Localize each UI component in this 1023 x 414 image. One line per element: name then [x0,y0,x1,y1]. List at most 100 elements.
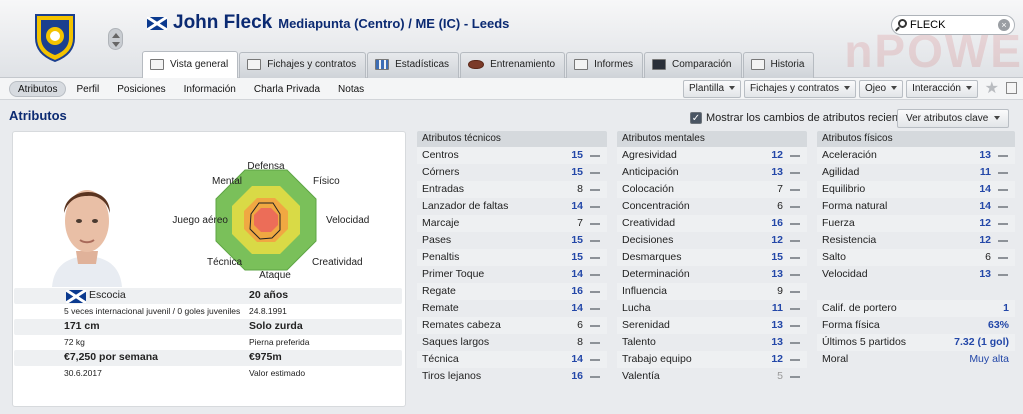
attribute-row[interactable]: Marcaje 7 [417,215,607,232]
attribute-row[interactable]: Talento 13 [617,334,807,351]
trend-flat-icon [998,189,1008,191]
trend-flat-icon [790,342,800,344]
tab-comparison[interactable]: Comparación [644,52,742,78]
attribute-row[interactable]: Decisiones 12 [617,232,807,249]
attribute-row[interactable]: Agilidad 11 [817,164,1015,181]
tab-label: Entrenamiento [490,59,556,70]
scouting-dropdown[interactable]: Ojeo [858,80,904,98]
attribute-row[interactable]: Resistencia 12 [817,232,1015,249]
key-attributes-button[interactable]: Ver atributos clave [897,109,1010,128]
document-icon [247,58,262,70]
attribute-row[interactable]: Lucha 11 [617,300,807,317]
trend-flat-icon [590,291,600,293]
notes-icon[interactable] [1006,82,1017,94]
subnav-profile[interactable]: Perfil [68,82,107,98]
squad-dropdown[interactable]: Plantilla [682,80,742,98]
tab-label: Vista general [170,59,229,70]
attribute-row[interactable]: Agresividad 12 [617,147,807,164]
attribute-value: 14 [979,183,991,195]
info-row: Forma física 63% [817,317,1015,334]
attribute-name: Marcaje [422,217,460,229]
tab-label: Historia [770,59,805,70]
attribute-value: 13 [771,166,783,178]
attribute-value: 5 [777,370,783,382]
attribute-value: 13 [771,336,783,348]
checkbox-checked-icon[interactable]: ✓ [690,112,702,125]
attribute-row[interactable]: Córners 15 [417,164,607,181]
attribute-row[interactable]: Pases 15 [417,232,607,249]
attribute-value: 16 [571,370,583,382]
attribute-row[interactable]: Regate 16 [417,283,607,300]
attribute-value: 7 [577,217,583,229]
attribute-row[interactable]: Equilibrio 14 [817,181,1015,198]
attribute-row[interactable]: Influencia 9 [617,283,807,300]
attribute-name: Velocidad [822,268,868,280]
attribute-row[interactable]: Salto 6 [817,249,1015,266]
attribute-row[interactable]: Velocidad 13 [817,266,1015,283]
recent-changes-toggle[interactable]: ✓ Mostrar los cambios de atributos recien… [690,112,913,125]
attribute-row[interactable]: Colocación 7 [617,181,807,198]
attribute-row[interactable]: Saques largos 8 [417,334,607,351]
attribute-row[interactable]: Remate 14 [417,300,607,317]
attribute-row[interactable]: Anticipación 13 [617,164,807,181]
attribute-row[interactable]: Valentía 5 [617,368,807,385]
attribute-row[interactable]: Forma natural 14 [817,198,1015,215]
subnav-positions[interactable]: Posiciones [109,82,173,98]
tab-transfers[interactable]: Fichajes y contratos [239,52,367,78]
tab-history[interactable]: Historia [742,52,815,78]
trend-flat-icon [590,155,600,157]
tab-training[interactable]: Entrenamiento [460,52,566,78]
attribute-row[interactable]: Centros 15 [417,147,607,164]
attribute-row[interactable]: Fuerza 12 [817,215,1015,232]
attribute-name: Tiros lejanos [422,370,482,382]
clear-search-icon[interactable]: × [998,19,1010,31]
attribute-row[interactable]: Lanzador de faltas 14 [417,198,607,215]
star-icon[interactable]: ★ [985,78,999,98]
attribute-row[interactable]: Aceleración 13 [817,147,1015,164]
tab-stats[interactable]: Estadísticas [367,52,460,78]
trend-flat-icon [998,172,1008,174]
trend-flat-icon [590,376,600,378]
physical-attributes-panel: Atributos físicos Aceleración 13 Agilidad 1… [817,131,1015,368]
trend-flat-icon [790,291,800,293]
subnav-information[interactable]: Información [176,82,244,98]
attribute-row[interactable]: Entradas 8 [417,181,607,198]
trend-flat-icon [998,206,1008,208]
scotland-flag-icon [147,16,167,30]
attribute-row[interactable]: Primer Toque 14 [417,266,607,283]
attribute-row[interactable]: Serenidad 13 [617,317,807,334]
tab-reports[interactable]: Informes [566,52,644,78]
attribute-row[interactable]: Técnica 14 [417,351,607,368]
attribute-name: Remate [422,302,459,314]
attribute-name: Resistencia [822,234,877,246]
attribute-row[interactable]: Determinación 13 [617,266,807,283]
player-nav-stepper[interactable] [108,28,123,50]
interaction-dropdown[interactable]: Interacción [906,80,978,98]
transfers-dropdown[interactable]: Fichajes y contratos [744,80,856,98]
attribute-row[interactable]: Creatividad 16 [617,215,807,232]
nationality[interactable]: Escocia [89,288,126,304]
attribute-value: 12 [979,234,991,246]
tab-overview[interactable]: Vista general [142,51,239,79]
info-label: Últimos 5 partidos [822,336,907,348]
subnav-private-chat[interactable]: Charla Privada [246,82,328,98]
search-input[interactable] [910,18,992,32]
attribute-name: Córners [422,166,460,178]
attribute-value: 13 [979,149,991,161]
attribute-row[interactable]: Desmarques 15 [617,249,807,266]
attribute-row[interactable]: Trabajo equipo 12 [617,351,807,368]
attribute-value: 8 [577,336,583,348]
attribute-row[interactable]: Penaltis 15 [417,249,607,266]
attribute-value: 15 [771,251,783,263]
trend-flat-icon [590,206,600,208]
attribute-row[interactable]: Remates cabeza 6 [417,317,607,334]
attribute-name: Valentía [622,370,660,382]
attribute-row[interactable]: Tiros lejanos 16 [417,368,607,385]
info-value[interactable]: 7.32 (1 gol) [954,334,1009,351]
attribute-row[interactable]: Concentración 6 [617,198,807,215]
preferred-foot: Solo zurda [249,320,303,332]
subnav-notes[interactable]: Notas [330,82,372,98]
search-box[interactable]: × [891,15,1015,35]
mental-list: Agresividad 12 Anticipación 13 Colocación 7 Co… [617,147,807,385]
subnav-attributes[interactable]: Atributos [9,81,67,97]
